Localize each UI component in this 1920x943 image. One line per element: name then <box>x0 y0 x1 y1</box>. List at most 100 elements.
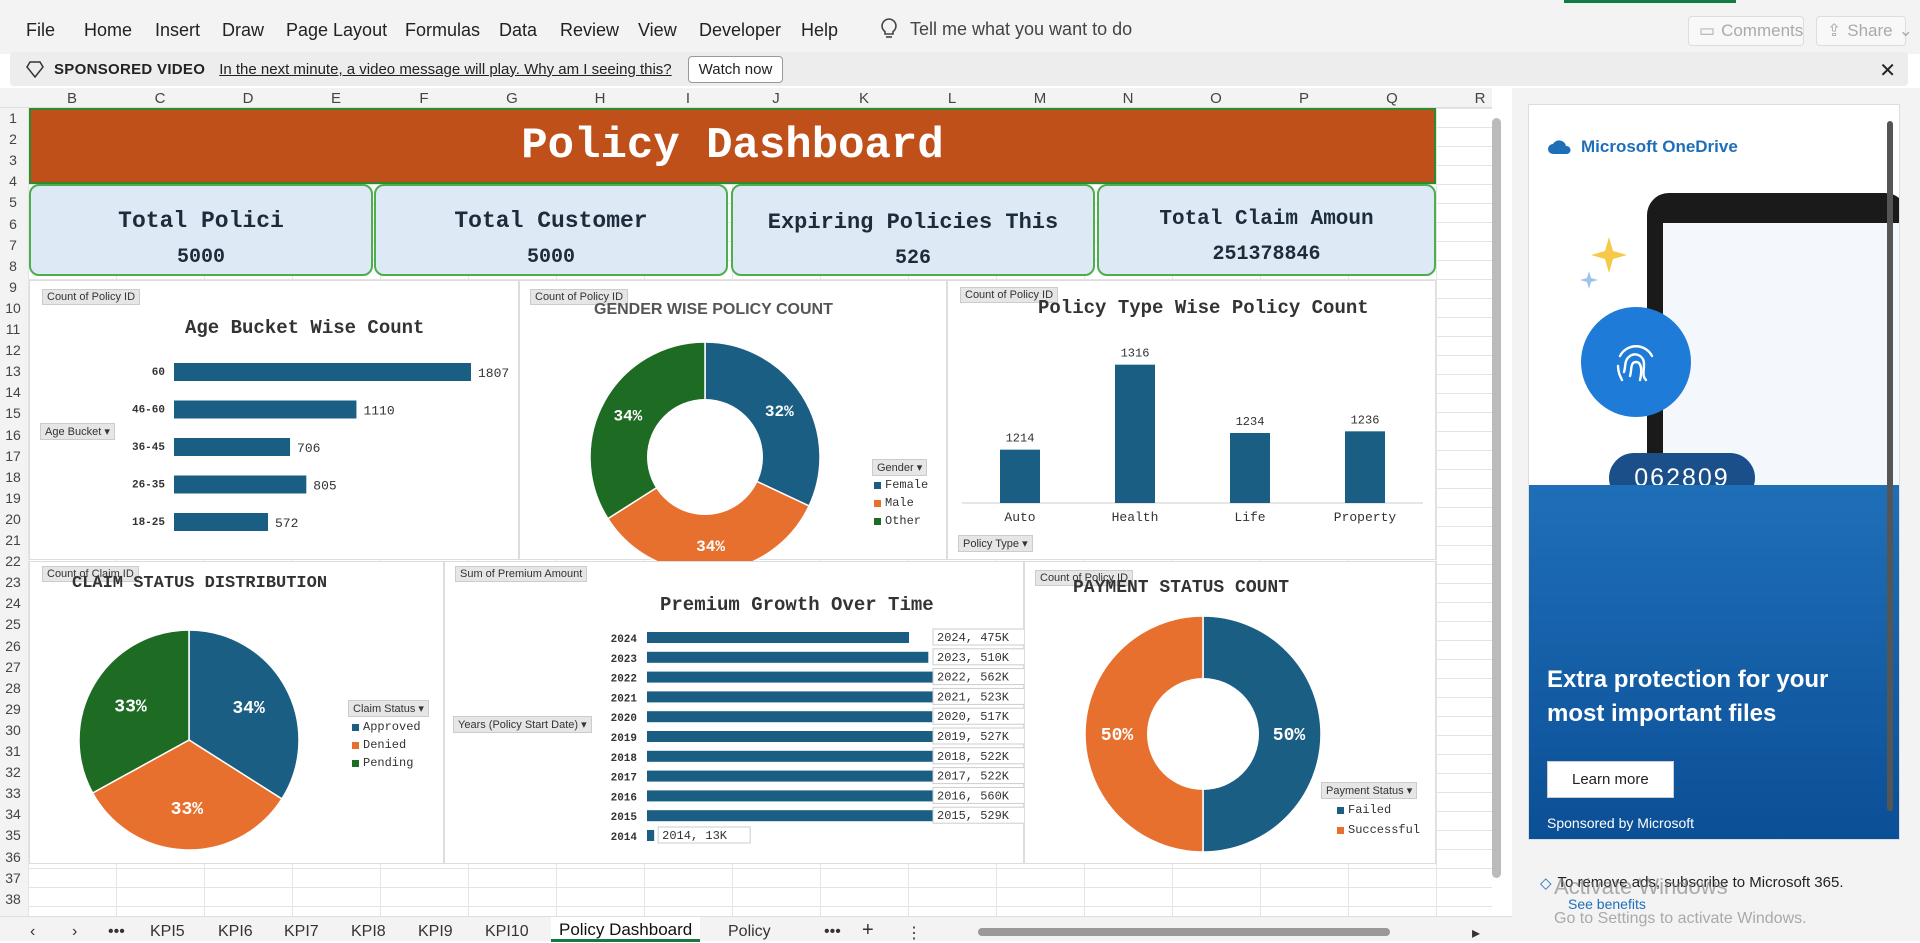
menu-data[interactable]: Data <box>499 20 537 41</box>
vertical-scrollbar[interactable] <box>1488 108 1504 908</box>
menu-file[interactable]: File <box>26 20 55 41</box>
column-header[interactable]: P <box>1299 90 1309 107</box>
menu-draw[interactable]: Draw <box>222 20 264 41</box>
ad-scrollbar[interactable] <box>1885 109 1895 837</box>
tab-kpi5[interactable]: KPI5 <box>150 923 185 941</box>
menu-insert[interactable]: Insert <box>155 20 200 41</box>
row-header[interactable]: 7 <box>0 237 26 253</box>
row-header[interactable]: 17 <box>0 448 26 464</box>
tell-me-search[interactable]: Tell me what you want to do <box>880 18 1132 40</box>
row-header[interactable]: 20 <box>0 511 26 527</box>
menu-developer[interactable]: Developer <box>699 20 781 41</box>
row-header[interactable]: 6 <box>0 216 26 232</box>
column-header[interactable]: B <box>67 90 77 107</box>
why-link[interactable]: In the next minute, a video message will… <box>219 61 671 78</box>
menu-view[interactable]: View <box>638 20 677 41</box>
close-icon[interactable]: ✕ <box>1879 58 1896 83</box>
row-header[interactable]: 37 <box>0 870 26 886</box>
row-header[interactable]: 38 <box>0 891 26 907</box>
scroll-thumb[interactable] <box>1492 118 1501 878</box>
row-header[interactable]: 15 <box>0 405 26 421</box>
row-header[interactable]: 35 <box>0 827 26 843</box>
row-header[interactable]: 8 <box>0 258 26 274</box>
row-header[interactable]: 22 <box>0 553 26 569</box>
column-header[interactable]: R <box>1475 90 1486 107</box>
menu-help[interactable]: Help <box>801 20 838 41</box>
row-header[interactable]: 24 <box>0 595 26 611</box>
claim-status-chart[interactable]: Count of Claim ID CLAIM STATUS DISTRIBUT… <box>29 561 444 864</box>
column-header[interactable]: H <box>595 90 606 107</box>
row-header[interactable]: 5 <box>0 194 26 210</box>
comments-button[interactable]: ▭ Comments <box>1688 16 1804 46</box>
row-header[interactable]: 28 <box>0 680 26 696</box>
row-header[interactable]: 33 <box>0 785 26 801</box>
payment-status-filter[interactable]: Payment Status ▾ <box>1321 782 1418 799</box>
row-header[interactable]: 16 <box>0 427 26 443</box>
column-header[interactable]: D <box>243 90 254 107</box>
onedrive-ad[interactable]: Microsoft OneDrive 062809 Extra protecti… <box>1528 104 1900 840</box>
row-header[interactable]: 2 <box>0 131 26 147</box>
learn-more-button[interactable]: Learn more <box>1547 761 1674 798</box>
options-icon[interactable]: ⋮ <box>906 923 922 943</box>
row-header[interactable]: 25 <box>0 616 26 632</box>
row-header[interactable]: 4 <box>0 173 26 189</box>
column-header[interactable]: C <box>155 90 166 107</box>
row-header[interactable]: 3 <box>0 152 26 168</box>
row-header[interactable]: 29 <box>0 701 26 717</box>
column-header[interactable]: E <box>331 90 341 107</box>
more-tabs-icon[interactable]: ••• <box>824 923 841 941</box>
column-header[interactable]: J <box>772 90 780 107</box>
policy-type-filter[interactable]: Policy Type ▾ <box>958 535 1033 552</box>
payment-status-chart[interactable]: Count of Policy ID PAYMENT STATUS COUNT … <box>1024 561 1436 864</box>
menu-page-layout[interactable]: Page Layout <box>286 20 387 41</box>
column-header[interactable]: G <box>506 90 518 107</box>
claim-status-filter[interactable]: Claim Status ▾ <box>348 700 429 717</box>
row-header[interactable]: 31 <box>0 743 26 759</box>
tab-kpi10[interactable]: KPI10 <box>485 923 529 941</box>
add-sheet-icon[interactable]: + <box>862 919 874 942</box>
tab-policy-dashboard[interactable]: Policy Dashboard <box>551 917 701 942</box>
row-header[interactable]: 34 <box>0 806 26 822</box>
column-header[interactable]: M <box>1034 90 1047 107</box>
column-header[interactable]: K <box>859 90 869 107</box>
row-header[interactable]: 32 <box>0 764 26 780</box>
menu-home[interactable]: Home <box>84 20 132 41</box>
row-header[interactable]: 36 <box>0 849 26 865</box>
tab-kpi9[interactable]: KPI9 <box>418 923 453 941</box>
policy-type-chart[interactable]: Count of Policy ID Policy Type Wise Poli… <box>947 280 1436 560</box>
row-header[interactable]: 1 <box>0 110 26 126</box>
gender-chart[interactable]: Count of Policy ID GENDER WISE POLICY CO… <box>519 280 947 561</box>
row-header[interactable]: 14 <box>0 384 26 400</box>
tab-policy[interactable]: Policy <box>728 923 771 941</box>
gender-filter[interactable]: Gender ▾ <box>872 459 928 476</box>
row-header[interactable]: 13 <box>0 363 26 379</box>
menu-formulas[interactable]: Formulas <box>405 20 480 41</box>
premium-growth-chart[interactable]: Sum of Premium Amount Premium Growth Ove… <box>444 561 1025 864</box>
column-header[interactable]: N <box>1123 90 1134 107</box>
column-header[interactable]: F <box>419 90 428 107</box>
column-header[interactable]: L <box>948 90 956 107</box>
watch-now-button[interactable]: Watch now <box>687 55 784 83</box>
age-bucket-chart[interactable]: Count of Policy ID Age Bucket ▾ Age Buck… <box>29 280 519 560</box>
row-header[interactable]: 27 <box>0 659 26 675</box>
scroll-right-icon[interactable]: › <box>72 923 77 941</box>
row-header[interactable]: 21 <box>0 532 26 548</box>
row-header[interactable]: 18 <box>0 469 26 485</box>
row-header[interactable]: 30 <box>0 722 26 738</box>
row-header[interactable]: 10 <box>0 300 26 316</box>
scroll-left-icon[interactable]: ‹ <box>30 923 35 941</box>
row-header[interactable]: 12 <box>0 342 26 358</box>
tab-kpi7[interactable]: KPI7 <box>284 923 319 941</box>
tab-kpi6[interactable]: KPI6 <box>218 923 253 941</box>
row-header[interactable]: 26 <box>0 638 26 654</box>
more-tabs-icon[interactable]: ••• <box>108 923 125 941</box>
share-button[interactable]: ⇪ Share ⌄ <box>1816 16 1913 46</box>
row-header[interactable]: 9 <box>0 279 26 295</box>
horizontal-scrollbar[interactable] <box>978 928 1390 936</box>
tab-kpi8[interactable]: KPI8 <box>351 923 386 941</box>
column-header[interactable]: O <box>1210 90 1222 107</box>
scroll-right-arrow-icon[interactable]: ▸ <box>1472 923 1480 943</box>
row-header[interactable]: 11 <box>0 321 26 337</box>
menu-review[interactable]: Review <box>560 20 619 41</box>
column-header[interactable]: Q <box>1386 90 1398 107</box>
